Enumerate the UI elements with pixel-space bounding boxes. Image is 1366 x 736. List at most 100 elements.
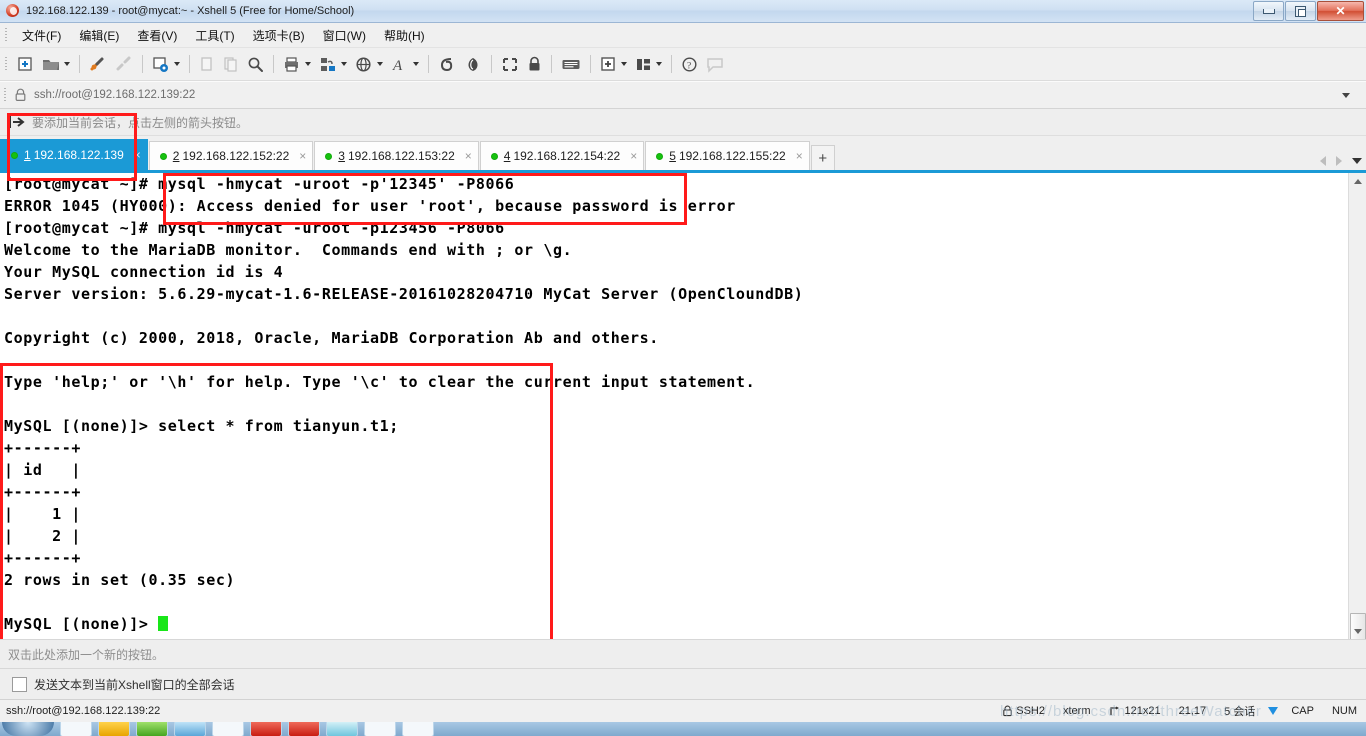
open-session-icon[interactable]	[38, 51, 74, 77]
globe-icon[interactable]	[351, 51, 387, 77]
tab-navigation	[1320, 156, 1362, 166]
tab-label: 192.168.122.155:22	[678, 149, 786, 163]
tab-3[interactable]: 3 192.168.122.153:22 ×	[314, 141, 479, 170]
xagent-icon[interactable]	[460, 51, 486, 77]
taskbar-item[interactable]	[98, 722, 130, 736]
tab-close-icon[interactable]: ×	[299, 149, 306, 163]
tab-4[interactable]: 4 192.168.122.154:22 ×	[479, 141, 645, 170]
fullscreen-icon[interactable]	[497, 51, 523, 77]
lock-icon	[1003, 705, 1013, 717]
tab-label: 192.168.122.152:22	[182, 149, 290, 163]
xshell-icon	[5, 3, 21, 19]
taskbar-item[interactable]	[288, 722, 320, 736]
hint-text: 要添加当前会话，点击左侧的箭头按钮。	[32, 115, 249, 130]
menu-help[interactable]: 帮助(H)	[375, 24, 434, 47]
lock-icon	[15, 88, 26, 102]
tab-close-icon[interactable]: ×	[796, 149, 803, 163]
print-icon[interactable]	[279, 51, 315, 77]
chevron-left-icon[interactable]	[1320, 156, 1326, 166]
session-properties-icon[interactable]	[148, 51, 184, 77]
terminal-line: 2 rows in set (0.35 sec)	[4, 571, 236, 589]
terminal-screen[interactable]: [root@mycat ~]# mysql -hmycat -uroot -p'…	[0, 173, 1348, 639]
taskbar-item[interactable]	[326, 722, 358, 736]
taskbar-item[interactable]	[402, 722, 434, 736]
add-pane-icon[interactable]	[596, 51, 631, 77]
menu-file[interactable]: 文件(F)	[13, 24, 70, 47]
tab-2[interactable]: 2 192.168.122.152:22 ×	[148, 141, 314, 170]
menu-tools[interactable]: 工具(T)	[186, 24, 243, 47]
connect-icon[interactable]	[85, 51, 111, 77]
new-tab-button[interactable]: +	[810, 145, 835, 170]
tab-label: 192.168.122.153:22	[347, 149, 455, 163]
terminal-scrollbar[interactable]	[1348, 173, 1366, 639]
toolbar-grip[interactable]	[4, 56, 9, 72]
toolbar: A ?	[0, 48, 1366, 81]
chevron-down-icon[interactable]	[413, 62, 419, 66]
chevron-down-icon[interactable]	[174, 62, 180, 66]
taskbar-item[interactable]	[174, 722, 206, 736]
address-grip[interactable]	[3, 87, 8, 103]
scroll-down-button[interactable]	[1349, 623, 1366, 639]
taskbar-item[interactable]	[60, 722, 92, 736]
terminal-line: | id |	[4, 461, 82, 479]
terminal-line: +------+	[4, 483, 82, 501]
chevron-down-icon[interactable]	[656, 62, 662, 66]
tab-status-dot	[11, 151, 18, 159]
terminal-line: +------+	[4, 549, 82, 567]
chevron-down-icon[interactable]	[1352, 158, 1362, 164]
start-button[interactable]	[2, 722, 54, 736]
maximize-button[interactable]	[1285, 1, 1316, 21]
chevron-down-icon[interactable]	[64, 62, 70, 66]
chevron-down-icon[interactable]	[621, 62, 627, 66]
new-session-icon[interactable]	[13, 51, 38, 77]
tab-5[interactable]: 5 192.168.122.155:22 ×	[645, 141, 810, 170]
download-arrow-icon	[1268, 707, 1279, 715]
close-button[interactable]: ✕	[1317, 1, 1364, 21]
xftp-icon[interactable]	[434, 51, 460, 77]
tab-1[interactable]: 1 192.168.122.139 ×	[0, 139, 148, 170]
terminal-line: Welcome to the MariaDB monitor. Commands…	[4, 241, 573, 259]
help-icon[interactable]: ?	[677, 51, 702, 77]
tab-close-icon[interactable]: ×	[465, 149, 472, 163]
add-session-arrow-icon[interactable]	[6, 114, 28, 130]
tab-close-icon[interactable]: ×	[134, 148, 141, 162]
address-bar[interactable]: ssh://root@192.168.122.139:22	[0, 81, 1366, 109]
chevron-down-icon[interactable]	[305, 62, 311, 66]
minimize-button[interactable]	[1253, 1, 1284, 21]
lock-icon[interactable]	[523, 51, 546, 77]
tab-status-dot	[656, 152, 664, 160]
scroll-up-button[interactable]	[1349, 173, 1366, 189]
terminal-line: | 2 |	[4, 527, 82, 545]
tab-status-dot	[159, 152, 167, 160]
menu-window[interactable]: 窗口(W)	[314, 24, 375, 47]
tab-close-icon[interactable]: ×	[630, 149, 637, 163]
taskbar-item[interactable]	[250, 722, 282, 736]
address-url[interactable]: ssh://root@192.168.122.139:22	[34, 89, 195, 101]
chevron-right-icon[interactable]	[1336, 156, 1342, 166]
send-to-all-bar: 发送文本到当前Xshell窗口的全部会话	[0, 668, 1366, 699]
status-session-count: 5 会话	[1224, 706, 1256, 718]
terminal-line: | 1 |	[4, 505, 82, 523]
taskbar-item[interactable]	[364, 722, 396, 736]
menu-view[interactable]: 查看(V)	[128, 24, 186, 47]
layout-icon[interactable]	[631, 51, 666, 77]
taskbar-item[interactable]	[136, 722, 168, 736]
quick-button-bar[interactable]: 双击此处添加一个新的按钮。	[0, 639, 1366, 668]
chevron-down-icon[interactable]	[341, 62, 347, 66]
menu-grip[interactable]	[4, 27, 9, 43]
svg-text:?: ?	[687, 61, 691, 71]
terminal-line: Server version: 5.6.29-mycat-1.6-RELEASE…	[4, 285, 804, 303]
transfer-icon[interactable]	[315, 51, 351, 77]
keyboard-icon[interactable]	[557, 51, 585, 77]
font-icon[interactable]: A	[387, 51, 423, 77]
terminal-prompt-text: MySQL [(none)]>	[4, 615, 159, 633]
chevron-down-icon[interactable]	[1342, 92, 1350, 98]
send-to-all-checkbox[interactable]	[12, 676, 27, 692]
tab-status-dot	[490, 152, 498, 160]
find-icon[interactable]	[243, 51, 268, 77]
terminal-prompt-line: MySQL [(none)]>	[0, 613, 1348, 635]
menu-edit[interactable]: 编辑(E)	[70, 24, 128, 47]
chevron-down-icon[interactable]	[377, 62, 383, 66]
taskbar-item[interactable]	[212, 722, 244, 736]
menu-tabs[interactable]: 选项卡(B)	[244, 24, 314, 47]
